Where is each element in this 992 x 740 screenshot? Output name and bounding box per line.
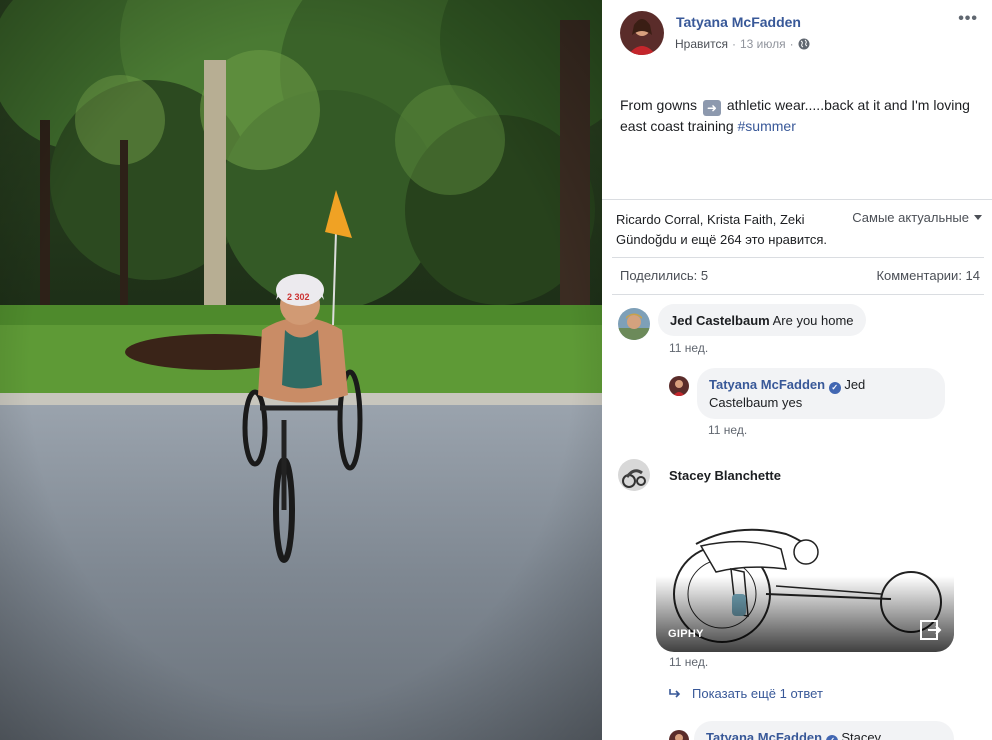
like-page-link[interactable]: Нравится bbox=[675, 37, 728, 51]
open-external-icon[interactable] bbox=[920, 620, 942, 640]
show-more-replies-link[interactable]: Показать ещё 1 ответ bbox=[668, 686, 823, 701]
post-photo[interactable]: 2 302 bbox=[0, 0, 602, 740]
reply-author[interactable]: Tatyana McFadden bbox=[709, 377, 825, 392]
post-meta: Нравится · 13 июля · bbox=[675, 37, 810, 51]
meta-separator: · bbox=[731, 37, 736, 51]
likers-summary[interactable]: Ricardo Corral, Krista Faith, Zeki Gündo… bbox=[616, 210, 846, 250]
caption-before: From gowns bbox=[620, 97, 698, 113]
comment-time[interactable]: 11 нед. bbox=[669, 655, 708, 669]
reply-text: Stacey bbox=[841, 730, 882, 740]
comments-count-link[interactable]: Комментарии: 14 bbox=[876, 268, 980, 283]
more-options-button[interactable]: ••• bbox=[958, 10, 978, 28]
globe-icon[interactable] bbox=[798, 38, 810, 50]
verified-badge-icon: ✓ bbox=[825, 735, 838, 740]
reply-arrow-icon bbox=[669, 688, 681, 698]
sort-label: Самые актуальные bbox=[852, 210, 969, 225]
shares-count-link[interactable]: Поделились: 5 bbox=[620, 268, 708, 283]
divider bbox=[612, 257, 984, 258]
meta-separator-2: · bbox=[789, 37, 794, 51]
gif-attachment[interactable]: GIPHY bbox=[656, 514, 954, 652]
comment-sort-dropdown[interactable]: Самые актуальные bbox=[852, 210, 982, 225]
giphy-label: GIPHY bbox=[668, 628, 704, 640]
post-caption: From gowns ➜ athletic wear.....back at i… bbox=[620, 95, 980, 136]
comment-time[interactable]: 11 нед. bbox=[669, 341, 708, 355]
hashtag-link[interactable]: #summer bbox=[738, 118, 796, 134]
comment-author[interactable]: Jed Castelbaum bbox=[670, 313, 770, 328]
divider bbox=[602, 199, 992, 200]
reply-author[interactable]: Tatyana McFadden bbox=[706, 730, 822, 740]
commenter-avatar[interactable] bbox=[618, 308, 650, 340]
show-more-replies-label: Показать ещё 1 ответ bbox=[692, 686, 823, 701]
caret-down-icon bbox=[974, 215, 982, 220]
reply-time[interactable]: 11 нед. bbox=[708, 423, 747, 437]
reply-bubble: Tatyana McFadden ✓ Stacey bbox=[694, 721, 954, 740]
commenter-avatar[interactable] bbox=[618, 459, 650, 491]
comment-text: Are you home bbox=[772, 313, 854, 328]
post-author-name[interactable]: Tatyana McFadden bbox=[676, 14, 801, 30]
comment-bubble: Jed Castelbaum Are you home bbox=[658, 304, 866, 336]
verified-badge-icon: ✓ bbox=[828, 382, 841, 394]
right-arrow-emoji-icon: ➜ bbox=[702, 100, 721, 116]
reply-avatar[interactable] bbox=[669, 376, 689, 396]
reply-bubble: Tatyana McFadden ✓ Jed Castelbaum yes bbox=[697, 368, 945, 419]
comment-author[interactable]: Stacey Blanchette bbox=[669, 468, 781, 483]
author-avatar[interactable] bbox=[620, 11, 664, 55]
post-date[interactable]: 13 июля bbox=[740, 37, 786, 51]
divider bbox=[612, 294, 984, 295]
